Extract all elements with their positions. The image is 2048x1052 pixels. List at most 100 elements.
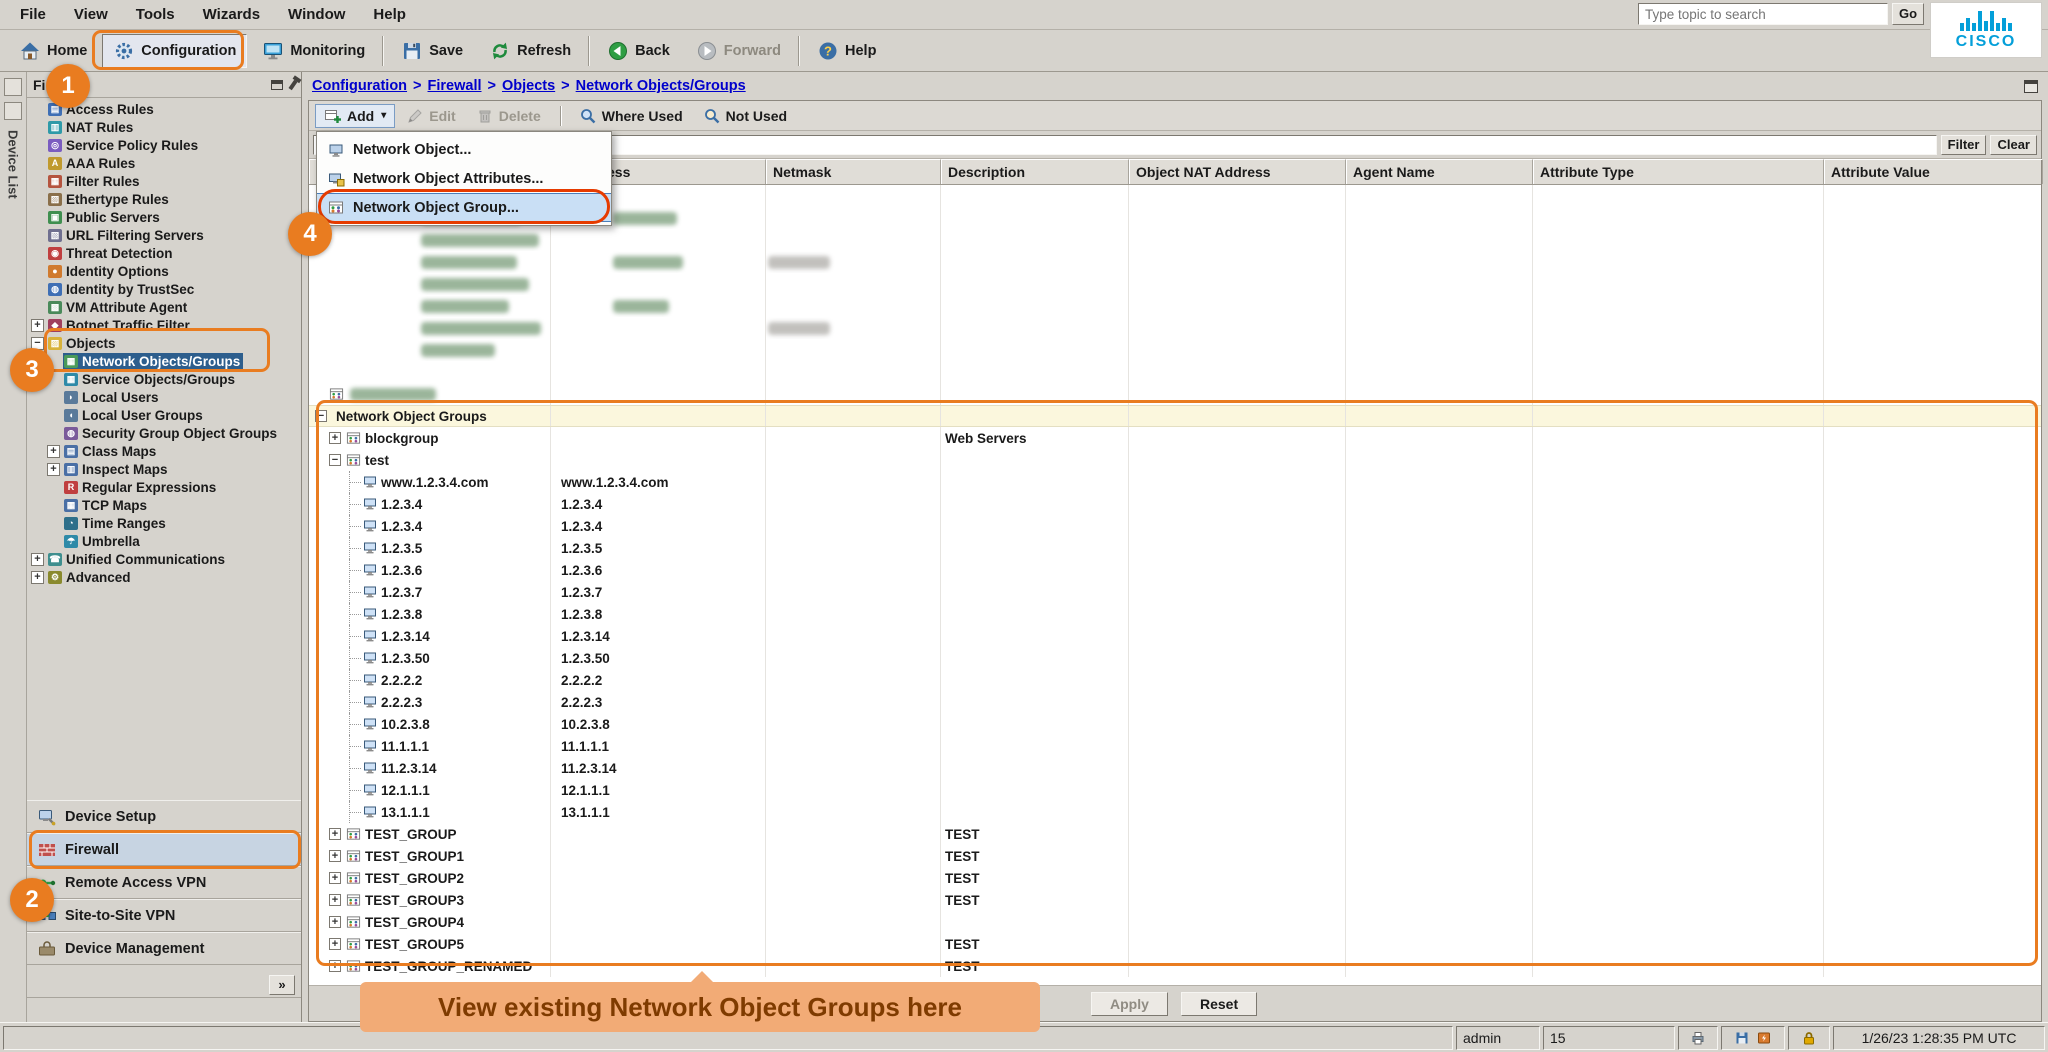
row-www-1-2-3-4-com[interactable]: www.1.2.3.4.comwww.1.2.3.4.com (309, 471, 2041, 493)
tree-item-public-servers[interactable]: ▣Public Servers (27, 208, 301, 226)
menu-item-network-object[interactable]: Network Object... (317, 135, 611, 164)
go-button[interactable]: Go (1892, 3, 1924, 25)
tree-item-access-rules[interactable]: ▤Access Rules (27, 100, 301, 118)
row-11-2-3-14[interactable]: 11.2.3.1411.2.3.14 (309, 757, 2041, 779)
row-redacted[interactable] (309, 317, 2041, 339)
tree-item-tcp-maps[interactable]: ▦TCP Maps (27, 496, 301, 514)
tree-item-url-filtering-servers[interactable]: ▧URL Filtering Servers (27, 226, 301, 244)
row-1-2-3-8[interactable]: 1.2.3.81.2.3.8 (309, 603, 2041, 625)
delete-button[interactable]: Delete (467, 104, 550, 128)
menu-tools[interactable]: Tools (122, 3, 189, 26)
tree-item-threat-detection[interactable]: ◉Threat Detection (27, 244, 301, 262)
tree-item-local-users[interactable]: ◗Local Users (27, 388, 301, 406)
save-button[interactable]: Save (390, 34, 474, 68)
refresh-button[interactable]: Refresh (478, 34, 582, 68)
nav-device-setup[interactable]: Device Setup (27, 800, 301, 833)
row-redacted[interactable] (309, 361, 2041, 383)
row-12-1-1-1[interactable]: 12.1.1.112.1.1.1 (309, 779, 2041, 801)
search-input[interactable] (1638, 3, 1888, 25)
tree-expander-icon[interactable]: + (47, 445, 60, 458)
group-expander-icon[interactable]: + (329, 828, 341, 840)
column-header-attribute-type[interactable]: Attribute Type (1533, 159, 1824, 184)
add-button[interactable]: Add▾ (315, 104, 395, 128)
group-expander-icon[interactable]: + (329, 432, 341, 444)
edit-button[interactable]: Edit (397, 104, 464, 128)
column-header-description[interactable]: Description (941, 159, 1129, 184)
row-1-2-3-4[interactable]: 1.2.3.41.2.3.4 (309, 515, 2041, 537)
breadcrumb-link-configuration[interactable]: Configuration (312, 78, 407, 94)
device-list-panel-icon[interactable] (4, 78, 22, 96)
float-panel-icon[interactable] (271, 80, 283, 90)
row-redacted[interactable] (309, 295, 2041, 317)
menu-window[interactable]: Window (274, 3, 359, 26)
group-expander-icon[interactable]: − (329, 454, 341, 466)
row-13-1-1-1[interactable]: 13.1.1.113.1.1.1 (309, 801, 2041, 823)
section-expander-icon[interactable]: − (315, 410, 327, 422)
tree-item-aaa-rules[interactable]: AAAA Rules (27, 154, 301, 172)
tree-item-umbrella[interactable]: ☂Umbrella (27, 532, 301, 550)
menu-view[interactable]: View (60, 3, 122, 26)
row-1-2-3-6[interactable]: 1.2.3.61.2.3.6 (309, 559, 2041, 581)
row-1-2-3-5[interactable]: 1.2.3.51.2.3.5 (309, 537, 2041, 559)
group-expander-icon[interactable]: + (329, 916, 341, 928)
column-header-attribute-value[interactable]: Attribute Value (1824, 159, 2043, 184)
tree-item-nat-rules[interactable]: ▥NAT Rules (27, 118, 301, 136)
nav-device-management[interactable]: Device Management (27, 932, 301, 965)
menu-wizards[interactable]: Wizards (189, 3, 274, 26)
tree-item-ethertype-rules[interactable]: ▨Ethertype Rules (27, 190, 301, 208)
row-redacted[interactable] (309, 273, 2041, 295)
group-expander-icon[interactable]: + (329, 938, 341, 950)
row-11-1-1-1[interactable]: 11.1.1.111.1.1.1 (309, 735, 2041, 757)
row-2-2-2-2[interactable]: 2.2.2.22.2.2.2 (309, 669, 2041, 691)
device-list-pin-icon[interactable] (4, 102, 22, 120)
where-used-button[interactable]: Where Used (570, 104, 692, 128)
row-test-group3[interactable]: +TEST_GROUP3TEST (309, 889, 2041, 911)
clear-button[interactable]: Clear (1990, 135, 2037, 155)
column-header-agent-name[interactable]: Agent Name (1346, 159, 1533, 184)
collapse-nav-button[interactable]: » (269, 975, 295, 995)
row-test-group5[interactable]: +TEST_GROUP5TEST (309, 933, 2041, 955)
tree-item-identity-options[interactable]: ●Identity Options (27, 262, 301, 280)
row-1-2-3-4[interactable]: 1.2.3.41.2.3.4 (309, 493, 2041, 515)
row-test-group4[interactable]: +TEST_GROUP4 (309, 911, 2041, 933)
row-2-2-2-3[interactable]: 2.2.2.32.2.2.3 (309, 691, 2041, 713)
tree-item-identity-by-trustsec[interactable]: ◍Identity by TrustSec (27, 280, 301, 298)
help-button[interactable]: ?Help (806, 34, 887, 68)
row-1-2-3-14[interactable]: 1.2.3.141.2.3.14 (309, 625, 2041, 647)
tree-item-local-user-groups[interactable]: ◖Local User Groups (27, 406, 301, 424)
tree-item-botnet-traffic-filter[interactable]: +◆Botnet Traffic Filter (27, 316, 301, 334)
tree-expander-icon[interactable]: + (31, 553, 44, 566)
tree-expander-icon[interactable]: + (47, 463, 60, 476)
group-expander-icon[interactable]: + (329, 894, 341, 906)
filter-button[interactable]: Filter (1941, 135, 1987, 155)
panel-maximize-icon[interactable] (2024, 80, 2038, 93)
group-expander-icon[interactable]: + (329, 960, 341, 972)
tree-expander-icon[interactable]: + (31, 319, 44, 332)
column-header-object-nat-address[interactable]: Object NAT Address (1129, 159, 1346, 184)
menu-item-network-object-attributes[interactable]: Network Object Attributes... (317, 164, 611, 193)
tree-item-class-maps[interactable]: +▤Class Maps (27, 442, 301, 460)
row-test-group1[interactable]: +TEST_GROUP1TEST (309, 845, 2041, 867)
reset-button[interactable]: Reset (1181, 992, 1257, 1016)
nav-remote-access-vpn[interactable]: Remote Access VPN (27, 866, 301, 899)
row-10-2-3-8[interactable]: 10.2.3.810.2.3.8 (309, 713, 2041, 735)
row-blockgroup[interactable]: +blockgroupWeb Servers (309, 427, 2041, 449)
pin-icon[interactable] (288, 79, 297, 89)
row-test-group[interactable]: +TEST_GROUPTEST (309, 823, 2041, 845)
monitoring-button[interactable]: Monitoring (251, 34, 376, 68)
tree-item-time-ranges[interactable]: ◔Time Ranges (27, 514, 301, 532)
group-expander-icon[interactable]: + (329, 872, 341, 884)
home-button[interactable]: Home (8, 34, 98, 68)
tree-item-inspect-maps[interactable]: +▥Inspect Maps (27, 460, 301, 478)
tree-item-security-group-object-groups[interactable]: ◍Security Group Object Groups (27, 424, 301, 442)
back-button[interactable]: Back (596, 34, 681, 68)
row-1-2-3-50[interactable]: 1.2.3.501.2.3.50 (309, 647, 2041, 669)
row-redacted[interactable] (309, 229, 2041, 251)
forward-button[interactable]: Forward (685, 34, 792, 68)
tree-item-filter-rules[interactable]: ▦Filter Rules (27, 172, 301, 190)
row-test-group2[interactable]: +TEST_GROUP2TEST (309, 867, 2041, 889)
tree-item-service-policy-rules[interactable]: ◎Service Policy Rules (27, 136, 301, 154)
row-test[interactable]: −test (309, 449, 2041, 471)
apply-button[interactable]: Apply (1091, 992, 1168, 1016)
menu-file[interactable]: File (6, 3, 60, 26)
